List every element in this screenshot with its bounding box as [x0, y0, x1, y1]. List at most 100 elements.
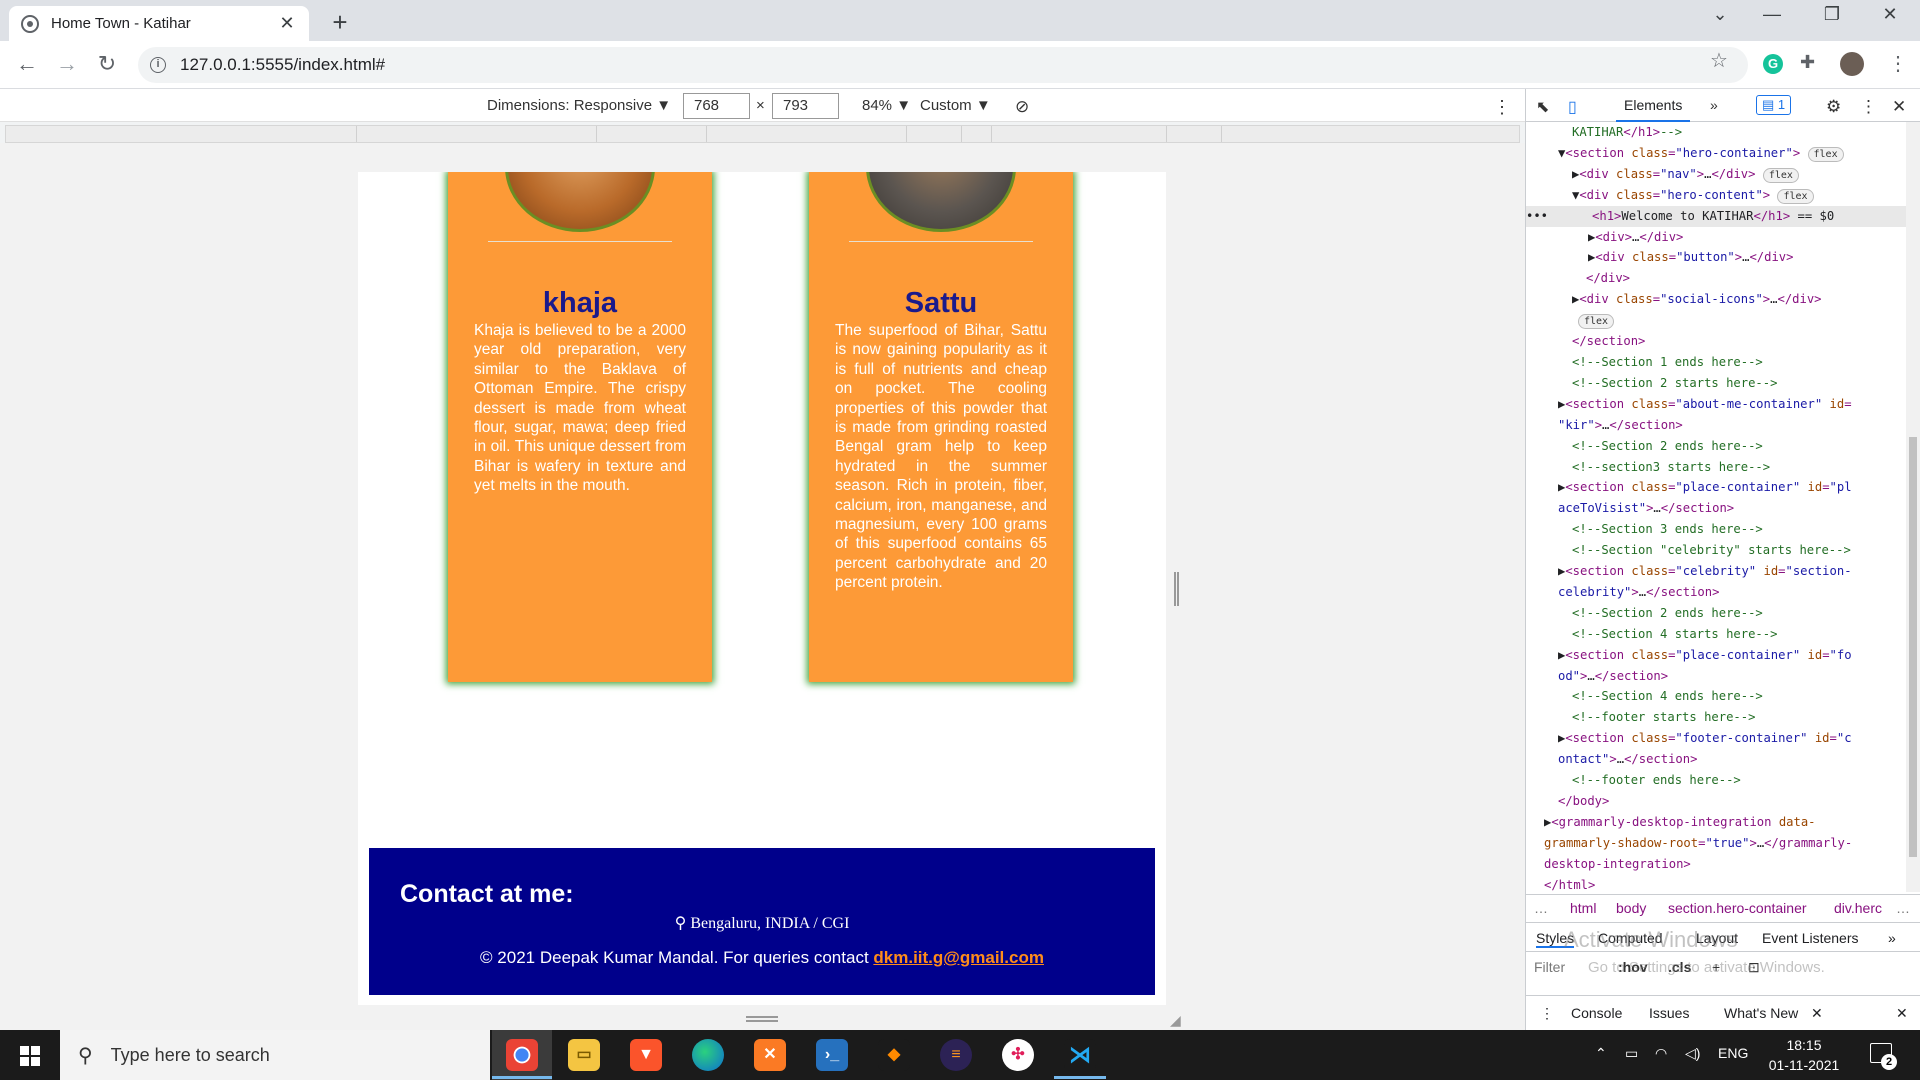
devtools-panel: ⬉ ▯ Elements » ▤ 1 ⚙ ⋮ ✕ KATIHAR</h1>-->… — [1525, 89, 1920, 1030]
breadcrumb-item[interactable]: body — [1616, 900, 1646, 916]
settings-gear-icon[interactable]: ⚙ — [1826, 97, 1841, 117]
dom-tree[interactable]: KATIHAR</h1>--> ▼<section class="hero-co… — [1526, 122, 1906, 892]
tab-title: Home Town - Katihar — [51, 15, 191, 32]
close-devtools-icon[interactable]: ✕ — [1892, 97, 1906, 117]
contact-heading: Contact at me: — [400, 880, 574, 908]
brave-icon[interactable]: ▼ — [630, 1039, 662, 1071]
card-description: The superfood of Bihar, Sattu is now gai… — [835, 322, 1047, 592]
card-description: Khaja is believed to be a 2000 year old … — [474, 322, 686, 495]
khaja-image — [505, 172, 655, 232]
email-link[interactable]: dkm.iit.g@gmail.com — [873, 948, 1044, 967]
tab-search-icon[interactable]: ⌄ — [1700, 4, 1740, 25]
resize-handle-bottom[interactable] — [746, 1016, 778, 1022]
back-button[interactable]: ← — [13, 51, 41, 77]
breadcrumb-more[interactable]: … — [1534, 900, 1548, 916]
close-tab-icon[interactable]: ✕ — [277, 13, 297, 34]
profile-avatar[interactable] — [1840, 52, 1864, 76]
close-drawer-icon[interactable]: ✕ — [1896, 1005, 1908, 1022]
dimensions-dropdown[interactable]: Dimensions: Responsive ▼ — [487, 97, 671, 114]
issues-icon: ▤ — [1762, 97, 1778, 112]
close-window-button[interactable]: ✕ — [1870, 4, 1910, 25]
tab-console[interactable]: Console — [1571, 1005, 1622, 1021]
devtools-drawer: ⋮ Console Issues What's New ✕ ✕ — [1526, 995, 1920, 1030]
device-menu-icon[interactable]: ⋮ — [1493, 97, 1511, 118]
language-indicator[interactable]: ENG — [1718, 1045, 1748, 1061]
zoom-dropdown[interactable]: 84% ▼ — [862, 97, 911, 114]
browser-toolbar: ← → ↻ i 127.0.0.1:5555/index.html# — [0, 41, 1920, 89]
powershell-icon[interactable]: ›_ — [816, 1039, 848, 1071]
device-toggle-icon[interactable]: ▯ — [1568, 97, 1577, 117]
restore-button[interactable]: ❐ — [1812, 4, 1852, 25]
search-placeholder: Type here to search — [110, 1044, 270, 1065]
device-toolbar: Dimensions: Responsive ▼ 768 × 793 84% ▼… — [0, 89, 1525, 122]
site-info-icon[interactable]: i — [150, 57, 166, 73]
contact-footer: Contact at me: ⚲ Bengaluru, INDIA / CGI … — [369, 848, 1155, 995]
forward-button[interactable]: → — [53, 51, 81, 77]
devtools-menu-icon[interactable]: ⋮ — [1860, 97, 1877, 117]
media-queries-bar[interactable] — [5, 125, 1520, 143]
tab-event-listeners[interactable]: Event Listeners — [1762, 930, 1859, 946]
taskbar-clock[interactable]: 18:15 01-11-2021 — [1764, 1035, 1844, 1075]
breadcrumb: … html body section.hero-container div.h… — [1526, 894, 1920, 922]
activate-windows-title: Activate Windows — [1564, 927, 1738, 952]
chrome-icon[interactable] — [506, 1039, 538, 1071]
vscode-icon[interactable]: ⋊ — [1064, 1039, 1096, 1071]
reload-button[interactable]: ↻ — [93, 51, 121, 77]
clock-date: 01-11-2021 — [1768, 1057, 1840, 1073]
scrollbar-thumb[interactable] — [1909, 437, 1917, 857]
windows-start-icon[interactable] — [20, 1046, 40, 1066]
new-tab-button[interactable]: + — [326, 7, 354, 38]
width-input[interactable]: 768 — [683, 93, 750, 119]
rotate-icon[interactable]: ⊘ — [1015, 97, 1029, 117]
height-input[interactable]: 793 — [772, 93, 839, 119]
resize-handle-right[interactable] — [1174, 572, 1179, 606]
tab-whats-new[interactable]: What's New — [1724, 1005, 1798, 1021]
copyright-text: © 2021 Deepak Kumar Mandal. For queries … — [480, 948, 874, 967]
bookmark-star-icon[interactable]: ☆ — [1710, 48, 1728, 73]
notification-center-icon[interactable]: 2 — [1870, 1043, 1897, 1070]
taskbar-search[interactable]: ⚲ Type here to search — [60, 1030, 490, 1080]
throttle-dropdown[interactable]: Custom ▼ — [920, 97, 991, 114]
tray-expand-icon[interactable]: ⌃ — [1595, 1045, 1607, 1062]
map-marker-icon: ⚲ — [674, 915, 687, 932]
activate-windows-subtitle: Go to Settings to activate Windows. — [1588, 959, 1825, 976]
minimize-button[interactable]: — — [1752, 4, 1792, 25]
edge-icon[interactable] — [692, 1039, 724, 1071]
browser-menu-icon[interactable]: ⋮ — [1888, 51, 1908, 76]
more-tabs-button[interactable]: » — [1710, 97, 1718, 113]
more-subtabs-button[interactable]: » — [1888, 930, 1896, 946]
copyright-line: © 2021 Deepak Kumar Mandal. For queries … — [369, 948, 1155, 968]
extensions-icon[interactable]: ✚ — [1800, 52, 1815, 73]
open-app-indicator — [1054, 1076, 1106, 1079]
grammarly-extension-icon[interactable]: G — [1763, 54, 1783, 74]
card-divider — [488, 241, 672, 242]
git-icon[interactable]: ◆ — [878, 1039, 910, 1071]
xampp-icon[interactable]: ✕ — [754, 1039, 786, 1071]
breadcrumb-item[interactable]: section.hero-container — [1668, 900, 1807, 916]
breadcrumb-item[interactable]: div.herc — [1834, 900, 1882, 916]
breadcrumb-item[interactable]: html — [1570, 900, 1596, 916]
resize-corner-icon[interactable]: ◢ — [1170, 1012, 1181, 1029]
sattu-image — [866, 172, 1016, 232]
dom-tree-scrollbar[interactable] — [1906, 122, 1920, 892]
tab-elements[interactable]: Elements — [1616, 89, 1691, 122]
inspect-element-icon[interactable]: ⬉ — [1536, 97, 1549, 117]
slack-icon[interactable]: ✣ — [1002, 1039, 1034, 1071]
browser-tab[interactable]: Home Town - Katihar ✕ — [9, 6, 309, 41]
filter-input[interactable]: Filter — [1534, 959, 1565, 975]
location-text: Bengaluru, INDIA / CGI — [690, 915, 850, 932]
battery-icon[interactable]: ▭ — [1625, 1045, 1638, 1062]
clock-time: 18:15 — [1786, 1037, 1822, 1053]
issues-badge[interactable]: ▤ 1 — [1756, 95, 1792, 115]
volume-icon[interactable]: ◁) — [1685, 1045, 1700, 1062]
tab-issues[interactable]: Issues — [1649, 1005, 1689, 1021]
breadcrumb-more[interactable]: … — [1896, 900, 1910, 916]
address-bar[interactable]: i 127.0.0.1:5555/index.html# — [138, 47, 1748, 83]
eclipse-icon[interactable]: ≡ — [940, 1039, 972, 1071]
close-whats-new-icon[interactable]: ✕ — [1811, 1005, 1823, 1022]
drawer-menu-icon[interactable]: ⋮ — [1540, 1005, 1554, 1022]
file-explorer-icon[interactable]: ▭ — [568, 1039, 600, 1071]
site-favicon-icon — [21, 14, 39, 33]
emulated-page: khaja Khaja is believed to be a 2000 yea… — [358, 172, 1166, 1005]
network-icon[interactable]: ◠ — [1655, 1045, 1667, 1062]
